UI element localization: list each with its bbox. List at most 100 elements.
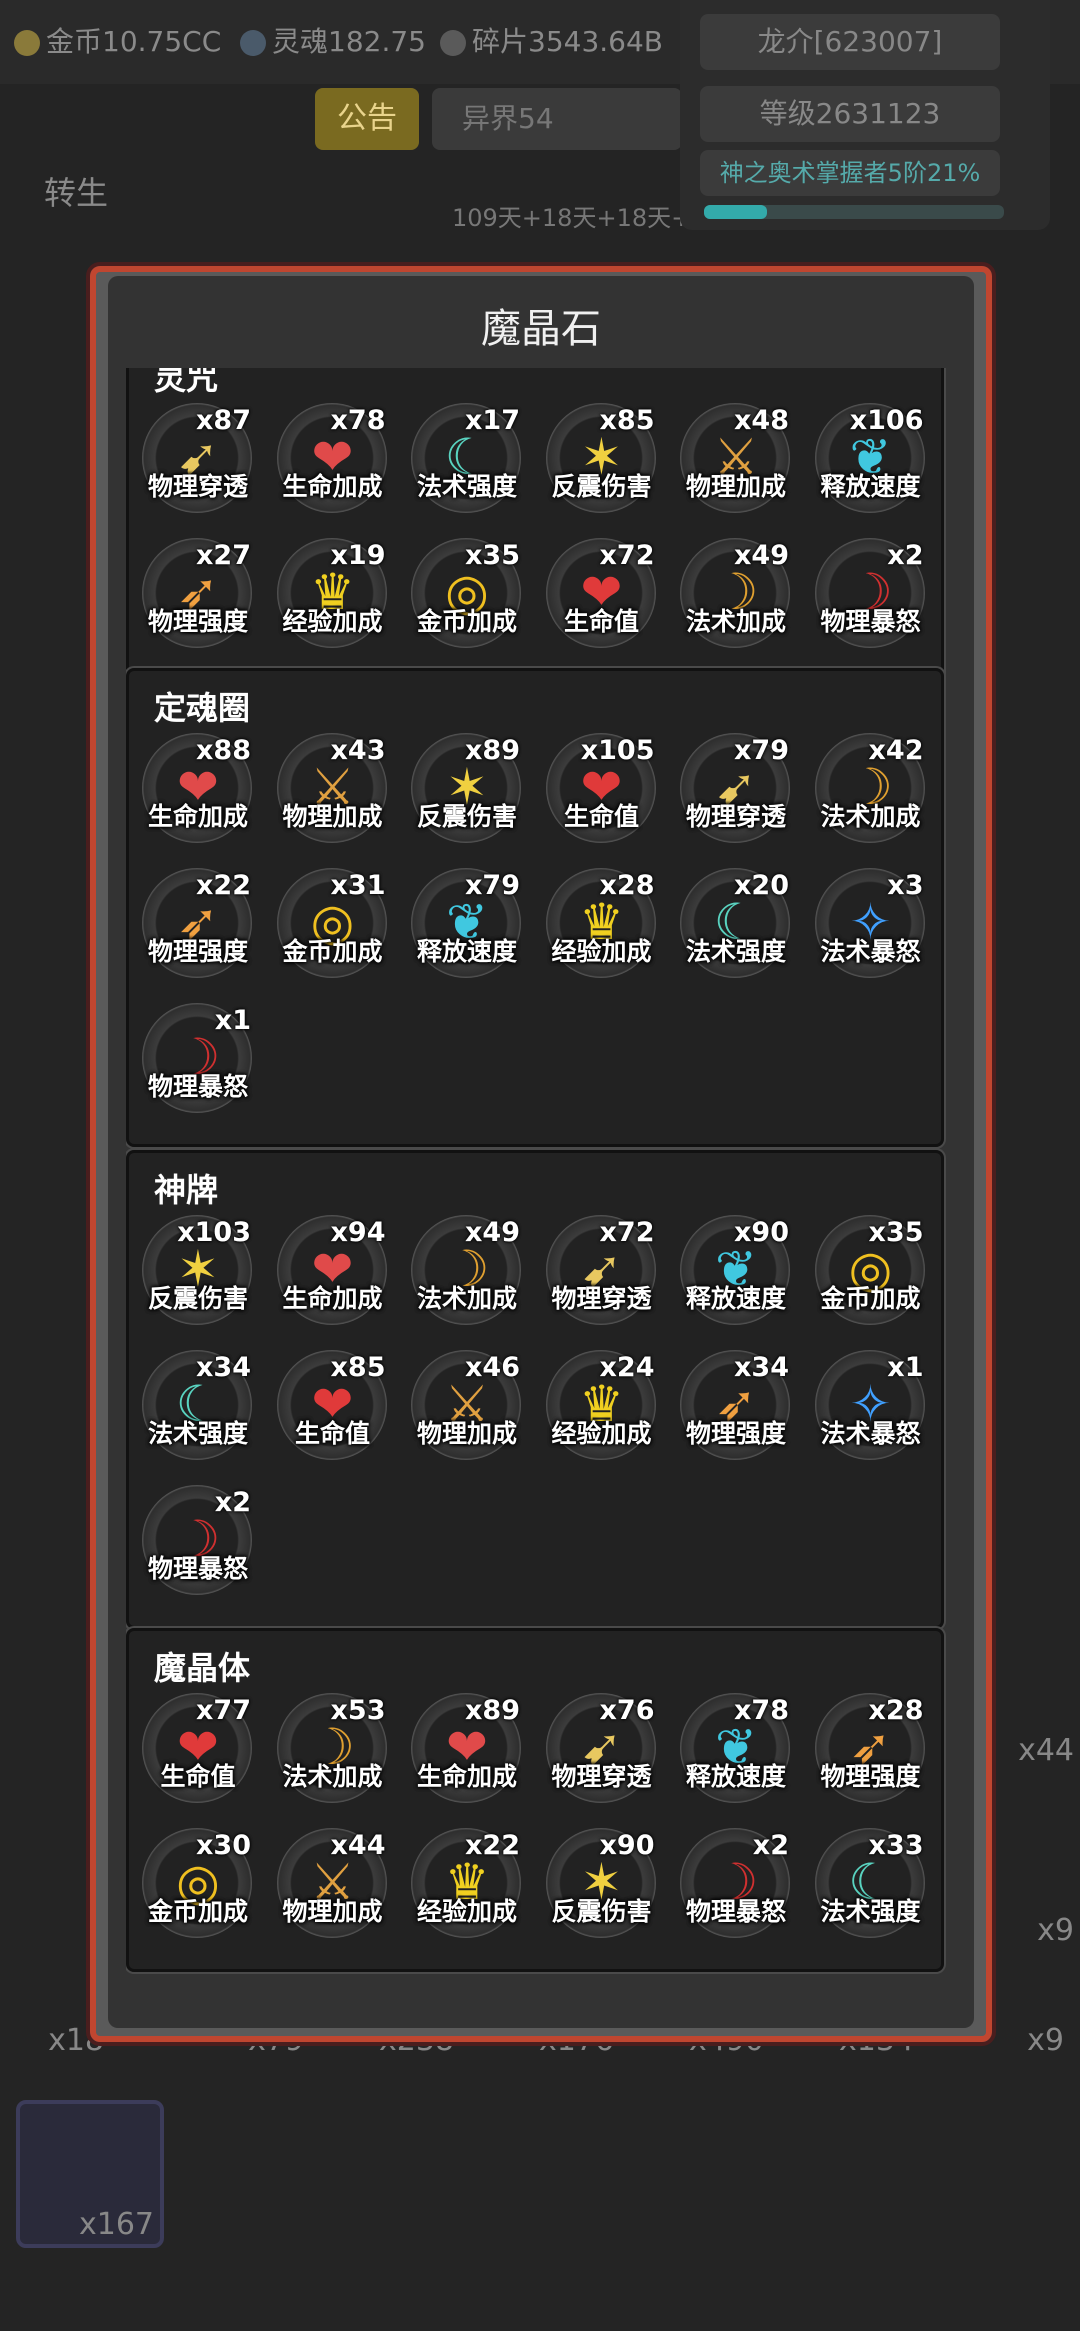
item-label: 释放速度: [820, 472, 921, 501]
crystal-item[interactable]: ❦ x78 释放速度: [675, 1691, 797, 1809]
crystal-item[interactable]: ❤ x72 生命值: [541, 536, 663, 654]
crystal-section: 神牌 ✶ x103 反震伤害 ❤ x94 生命加成 ☽ x49 法术加成 ➹ x72 物理穿透 ❦ x90 释…: [126, 1150, 944, 1629]
crystal-item[interactable]: ☽ x2 物理暴怒: [675, 1826, 797, 1944]
item-label: 法术强度: [685, 937, 786, 966]
mastery-label: 神之奥术掌握者5阶21%: [700, 150, 1000, 196]
crystal-item[interactable]: ☾ x17 法术强度: [406, 401, 528, 519]
item-label: 法术加成: [685, 607, 786, 636]
item-label: 物理加成: [282, 802, 383, 831]
crystal-item[interactable]: ♛ x28 经验加成: [541, 866, 663, 984]
crystal-item[interactable]: ➹ x72 物理穿透: [541, 1213, 663, 1331]
crystal-item[interactable]: ☽ x49 法术加成: [675, 536, 797, 654]
item-label: 物理穿透: [551, 1762, 652, 1791]
crystal-section: 定魂圈 ❤ x88 生命加成 ⚔ x43 物理加成 ✶ x89 反震伤害 ❤ x105 生命值 ➹ x79 物…: [126, 668, 944, 1147]
crystal-item[interactable]: ➹ x76 物理穿透: [541, 1691, 663, 1809]
crystal-list[interactable]: 灵咒 ➹ x87 物理穿透 ❤ x78 生命加成 ☾ x17 法术强度 ✶ x85 反震伤害 ⚔ x48 物理…: [126, 368, 956, 2008]
item-label: 经验加成: [416, 1897, 517, 1926]
crystal-item[interactable]: ❤ x85 生命值: [272, 1348, 394, 1466]
item-count: x53: [330, 1695, 386, 1726]
crystal-item[interactable]: ♛ x22 经验加成: [406, 1826, 528, 1944]
item-count: x106: [849, 405, 924, 436]
item-count: x90: [734, 1217, 789, 1248]
crystal-item[interactable]: ◎ x35 金币加成: [406, 536, 528, 654]
crystal-item[interactable]: ❤ x94 生命加成: [272, 1213, 394, 1331]
crystal-item[interactable]: ♛ x19 经验加成: [272, 536, 394, 654]
crystal-item[interactable]: ☽ x53 法术加成: [272, 1691, 394, 1809]
item-label: 法术加成: [282, 1762, 383, 1791]
crystal-item[interactable]: ⚔ x43 物理加成: [272, 731, 394, 849]
item-count: x22: [465, 1830, 520, 1861]
crystal-item[interactable]: ⚔ x46 物理加成: [406, 1348, 528, 1466]
crystal-item[interactable]: ☾ x20 法术强度: [675, 866, 797, 984]
crystal-item[interactable]: ➶ x27 物理强度: [137, 536, 259, 654]
item-count: x76: [599, 1695, 655, 1726]
item-count: x105: [580, 735, 655, 766]
item-count: x2: [214, 1487, 251, 1518]
crystal-item[interactable]: ☽ x1 物理暴怒: [137, 1001, 259, 1119]
item-count: x85: [599, 405, 655, 436]
bg-inventory-slot: x9: [990, 1880, 1080, 1950]
crystal-item[interactable]: ✶ x90 反震伤害: [541, 1826, 663, 1944]
item-count: x49: [734, 540, 789, 571]
crystal-item[interactable]: ☽ x2 物理暴怒: [137, 1483, 259, 1601]
item-label: 金币加成: [147, 1897, 248, 1926]
crystal-item[interactable]: ➹ x79 物理穿透: [675, 731, 797, 849]
crystal-item[interactable]: ❦ x90 释放速度: [675, 1213, 797, 1331]
item-count: x28: [868, 1695, 924, 1726]
crystal-item[interactable]: ◎ x31 金币加成: [272, 866, 394, 984]
crystal-item[interactable]: ➶ x28 物理强度: [810, 1691, 932, 1809]
crystal-item[interactable]: ◎ x30 金币加成: [137, 1826, 259, 1944]
crystal-item[interactable]: ❦ x106 释放速度: [810, 401, 932, 519]
item-label: 物理加成: [282, 1897, 383, 1926]
item-label: 经验加成: [551, 937, 652, 966]
item-label: 反震伤害: [147, 1284, 248, 1313]
crystal-item[interactable]: ♛ x24 经验加成: [541, 1348, 663, 1466]
crystal-item[interactable]: ☽ x2 物理暴怒: [810, 536, 932, 654]
crystal-item[interactable]: ☽ x42 法术加成: [810, 731, 932, 849]
crystal-item[interactable]: ❤ x78 生命加成: [272, 401, 394, 519]
crystal-item[interactable]: ☽ x49 法术加成: [406, 1213, 528, 1331]
item-label: 释放速度: [685, 1284, 786, 1313]
magic-crystal-dialog: 魔晶石 灵咒 ➹ x87 物理穿透 ❤ x78 生命加成 ☾ x17 法术强度 ✶ x85 反震伤害 ⚔ x…: [86, 262, 996, 2046]
item-label: 物理暴怒: [147, 1072, 248, 1101]
crystal-item[interactable]: ✶ x89 反震伤害: [406, 731, 528, 849]
item-count: x72: [599, 1217, 655, 1248]
bg-slot-count: x167: [78, 2207, 154, 2242]
item-label: 法术强度: [416, 472, 517, 501]
item-label: 物理暴怒: [147, 1554, 248, 1583]
item-count: x28: [599, 870, 655, 901]
item-count: x2: [887, 540, 924, 571]
item-count: x103: [177, 1217, 251, 1248]
section-title: 神牌: [154, 1171, 219, 1209]
item-count: x33: [868, 1830, 924, 1861]
crystal-item[interactable]: ⚔ x44 物理加成: [272, 1826, 394, 1944]
crystal-item[interactable]: ⚔ x48 物理加成: [675, 401, 797, 519]
item-count: x24: [599, 1352, 655, 1383]
soul-resource: 灵魂182.75: [240, 20, 426, 60]
crystal-item[interactable]: ❦ x79 释放速度: [406, 866, 528, 984]
crystal-item[interactable]: ☾ x33 法术强度: [810, 1826, 932, 1944]
item-label: 生命值: [563, 802, 639, 831]
item-label: 金币加成: [416, 607, 517, 636]
item-label: 释放速度: [416, 937, 517, 966]
rebirth-button[interactable]: 转生: [44, 168, 108, 214]
crystal-item[interactable]: ➹ x87 物理穿透: [137, 401, 259, 519]
crystal-item[interactable]: ➶ x22 物理强度: [137, 866, 259, 984]
crystal-item[interactable]: ❤ x105 生命值: [541, 731, 663, 849]
item-label: 金币加成: [820, 1284, 921, 1313]
item-label: 经验加成: [551, 1419, 652, 1448]
crystal-item[interactable]: ✧ x1 法术暴怒: [810, 1348, 932, 1466]
crystal-item[interactable]: ❤ x77 生命值: [137, 1691, 259, 1809]
crystal-item[interactable]: ◎ x35 金币加成: [810, 1213, 932, 1331]
world-button[interactable]: 异界54: [432, 88, 682, 150]
crystal-item[interactable]: ❤ x88 生命加成: [137, 731, 259, 849]
crystal-item[interactable]: ✶ x85 反震伤害: [541, 401, 663, 519]
crystal-item[interactable]: ☾ x34 法术强度: [137, 1348, 259, 1466]
crystal-item[interactable]: ❤ x89 生命加成: [406, 1691, 528, 1809]
item-count: x78: [734, 1695, 789, 1726]
notice-button[interactable]: 公告: [315, 88, 419, 150]
crystal-item[interactable]: ✶ x103 反震伤害: [137, 1213, 259, 1331]
item-count: x79: [734, 735, 789, 766]
crystal-item[interactable]: ✧ x3 法术暴怒: [810, 866, 932, 984]
crystal-item[interactable]: ➶ x34 物理强度: [675, 1348, 797, 1466]
